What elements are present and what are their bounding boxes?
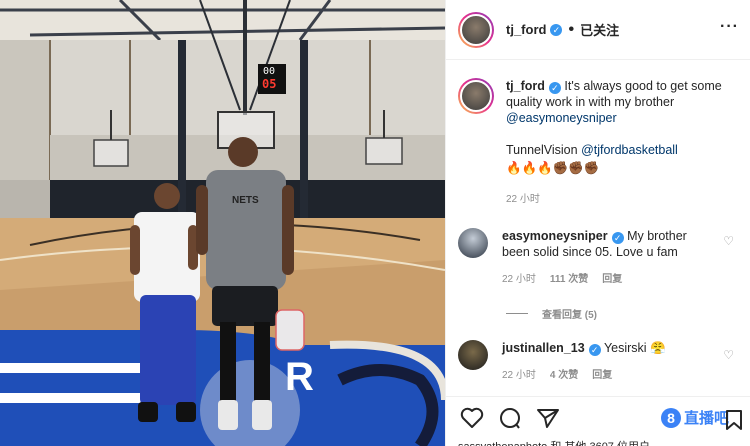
scoreboard-top: 00 bbox=[263, 66, 276, 77]
view-replies-label: 查看回复 (5) bbox=[542, 310, 597, 321]
post-header: tj_ford ✓ • 已关注 ··· bbox=[446, 0, 750, 60]
like-comment-heart-icon[interactable]: ♡ bbox=[723, 234, 734, 248]
caption-mention-2[interactable]: @tjfordbasketball bbox=[581, 143, 678, 157]
liked-by-text[interactable]: sassyathenaphoto 和 其他 3607 位用户 bbox=[458, 438, 650, 446]
author-avatar[interactable] bbox=[458, 11, 494, 48]
more-horizontal-icon[interactable]: ··· bbox=[720, 19, 739, 35]
comment-item: easymoneysniper ✓ My brother been solid s… bbox=[458, 228, 748, 285]
reply-button[interactable]: 回复 bbox=[592, 366, 612, 381]
caption-time[interactable]: 22 小时 bbox=[506, 190, 738, 205]
caption-emojis: 🔥🔥🔥✊🏾✊🏾✊🏾 bbox=[506, 161, 600, 175]
shirt-logo-text: NETS bbox=[232, 195, 259, 206]
caption-tag: TunnelVision bbox=[506, 143, 578, 157]
share-paper-plane-icon[interactable] bbox=[536, 407, 560, 434]
reply-button[interactable]: 回复 bbox=[602, 270, 622, 285]
comment-time[interactable]: 22 小时 bbox=[502, 270, 536, 285]
caption-mention[interactable]: @easymoneysniper bbox=[506, 111, 617, 125]
author-username[interactable]: tj_ford bbox=[506, 22, 546, 37]
comment-likes[interactable]: 111 次赞 bbox=[550, 270, 588, 285]
scoreboard-bottom: 05 bbox=[262, 77, 277, 91]
verified-icon: ✓ bbox=[548, 82, 561, 94]
comment-bubble-icon[interactable] bbox=[498, 407, 522, 434]
verified-icon: ✓ bbox=[550, 23, 563, 36]
view-replies-button[interactable]: 查看回复 (5) bbox=[506, 306, 597, 321]
comment-time[interactable]: 22 小时 bbox=[502, 366, 536, 381]
verified-icon: ✓ bbox=[588, 344, 601, 356]
gym-scene bbox=[0, 0, 445, 446]
caption-username[interactable]: tj_ford bbox=[506, 79, 545, 93]
save-bookmark-icon[interactable] bbox=[725, 409, 743, 436]
caption: tj_ford ✓ It's always good to get some qu… bbox=[458, 78, 743, 205]
commenter-avatar[interactable] bbox=[458, 340, 488, 370]
like-heart-icon[interactable] bbox=[460, 407, 484, 434]
caption-avatar[interactable] bbox=[458, 78, 494, 114]
verified-icon: ✓ bbox=[611, 232, 624, 244]
comment-item: justinallen_13 ✓ Yesirski 😤 22 小时 4 次赞 回复… bbox=[458, 340, 748, 381]
post-panel: tj_ford ✓ • 已关注 ··· tj_ford ✓ It's always… bbox=[445, 0, 750, 446]
post-photo[interactable]: 00 05 NETS R bbox=[0, 0, 445, 446]
comment-username[interactable]: easymoneysniper bbox=[502, 229, 608, 243]
watermark-badge: 8 bbox=[660, 407, 681, 428]
comment-username[interactable]: justinallen_13 bbox=[502, 341, 585, 355]
person-left bbox=[130, 183, 200, 422]
following-button[interactable]: 已关注 bbox=[580, 20, 619, 39]
instagram-post: 00 05 NETS R tj_ford ✓ • 已关注 ··· tj_ford… bbox=[0, 0, 750, 446]
replies-divider bbox=[506, 313, 528, 314]
comment-likes[interactable]: 4 次赞 bbox=[550, 366, 578, 381]
comment-text: Yesirski bbox=[603, 341, 647, 355]
watermark-logo: 8 直播吧 bbox=[660, 407, 729, 428]
comment-emoji: 😤 bbox=[650, 341, 666, 355]
like-comment-heart-icon[interactable]: ♡ bbox=[723, 348, 734, 362]
watermark-text: 直播吧 bbox=[683, 410, 729, 427]
commenter-avatar[interactable] bbox=[458, 228, 488, 258]
separator-dot: • bbox=[568, 20, 575, 38]
floor-letter: R bbox=[285, 355, 314, 399]
